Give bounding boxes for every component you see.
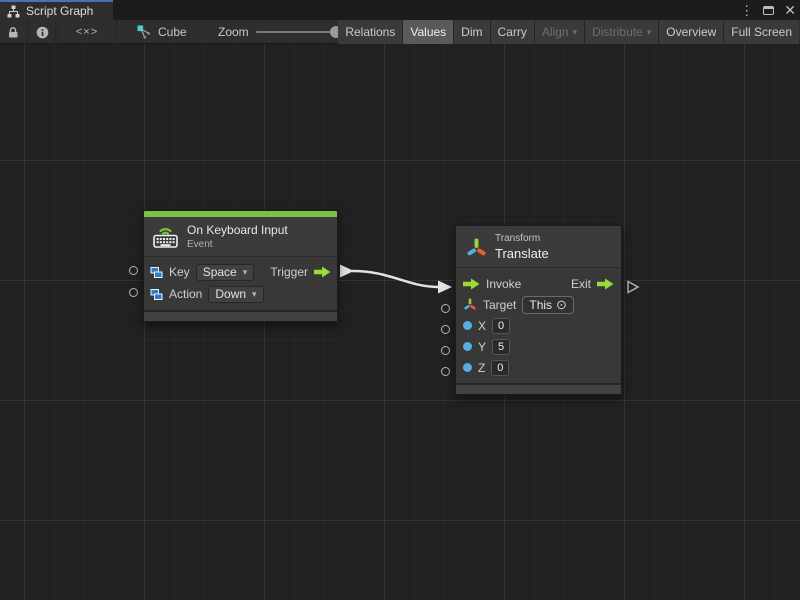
translate-node-body: Invoke Exit — [456, 268, 621, 383]
relations-button[interactable]: Relations — [338, 20, 402, 44]
graph-pointer-icon — [137, 25, 152, 39]
translate-node-header: Transform Translate — [456, 226, 621, 268]
object-picker-icon: ⊙ — [556, 297, 567, 313]
code-preview-button[interactable]: <×> — [57, 20, 117, 44]
values-button[interactable]: Values — [403, 20, 453, 44]
enum-icon — [150, 266, 163, 279]
invoke-flow-arrow-icon[interactable] — [463, 278, 480, 290]
y-label: Y — [478, 340, 486, 354]
more-menu-icon[interactable]: ⋮ — [740, 4, 753, 17]
overview-button[interactable]: Overview — [659, 20, 723, 44]
invoke-label: Invoke — [486, 277, 521, 291]
distribute-button[interactable]: Distribute ▾ — [585, 20, 658, 44]
exit-port-triangle — [628, 282, 638, 293]
toolbar-buttons: Relations Values Dim Carry Align ▾ Distr… — [338, 20, 799, 44]
node-category: Transform — [495, 233, 549, 244]
lock-icon — [7, 26, 19, 39]
exit-flow-arrow-icon[interactable] — [597, 278, 614, 290]
maximize-icon[interactable] — [763, 6, 774, 15]
trigger-label: Trigger — [270, 265, 308, 279]
x-row: X 0 — [463, 315, 614, 336]
script-graph-icon — [7, 5, 20, 18]
graph-toolbar: <×> Cube Zoom 1x Relations Values Dim Ca… — [0, 20, 800, 44]
action-dropdown[interactable]: Down ▾ — [208, 286, 263, 303]
x-value-field[interactable]: 0 — [492, 318, 510, 334]
graph-canvas[interactable]: On Keyboard Input Event Key Space ▾ — [0, 44, 800, 600]
y-row: Y 5 — [463, 336, 614, 357]
value-port-dot — [463, 342, 472, 351]
zoom-label: Zoom — [218, 25, 249, 39]
z-label: Z — [478, 361, 485, 375]
y-input-port[interactable] — [441, 346, 450, 355]
keyboard-event-icon — [152, 225, 179, 248]
target-row: Target This ⊙ — [463, 294, 614, 315]
action-row: Action Down ▾ — [150, 283, 331, 305]
carry-button[interactable]: Carry — [491, 20, 534, 44]
node-subtitle: Event — [187, 239, 288, 250]
z-input-port[interactable] — [441, 367, 450, 376]
dim-button[interactable]: Dim — [454, 20, 489, 44]
translate-node[interactable]: Transform Translate Invoke Exit — [455, 225, 622, 395]
tab-title: Script Graph — [26, 4, 93, 18]
y-value-field[interactable]: 5 — [492, 339, 510, 355]
trigger-flow-arrow-icon[interactable] — [314, 266, 331, 278]
code-icon: <×> — [76, 26, 98, 38]
trigger-invoke-wire — [0, 44, 800, 600]
value-port-dot — [463, 321, 472, 330]
translate-node-footer — [456, 383, 621, 394]
fullscreen-button[interactable]: Full Screen — [724, 20, 799, 44]
target-label: Target — [483, 298, 516, 312]
transform-icon — [466, 238, 487, 257]
key-label: Key — [169, 265, 190, 279]
x-input-port[interactable] — [441, 325, 450, 334]
align-button[interactable]: Align ▾ — [535, 20, 584, 44]
z-row: Z 0 — [463, 357, 614, 378]
info-icon — [36, 26, 49, 39]
chevron-down-icon: ▾ — [243, 268, 248, 277]
target-object-field[interactable]: This ⊙ — [522, 296, 574, 314]
target-input-port[interactable] — [441, 304, 450, 313]
key-input-port[interactable] — [129, 266, 138, 275]
info-button[interactable] — [28, 20, 56, 44]
transform-mini-icon — [463, 298, 477, 311]
action-input-port[interactable] — [129, 288, 138, 297]
keyboard-node-header: On Keyboard Input Event — [144, 217, 337, 257]
keyboard-node-body: Key Space ▾ Trigger — [144, 257, 337, 310]
script-graph-window: Script Graph ⋮ ✕ — [0, 0, 800, 600]
tab-bar: Script Graph ⋮ ✕ — [0, 0, 800, 20]
tab-script-graph[interactable]: Script Graph — [0, 0, 113, 20]
z-value-field[interactable]: 0 — [491, 360, 509, 376]
chevron-down-icon: ▾ — [647, 28, 652, 37]
chevron-down-icon: ▾ — [573, 28, 578, 37]
close-icon[interactable]: ✕ — [784, 3, 796, 17]
window-controls: ⋮ ✕ — [740, 0, 796, 20]
exit-label: Exit — [571, 277, 591, 291]
zoom-slider-track[interactable] — [256, 31, 340, 33]
node-title: Translate — [495, 246, 549, 261]
key-dropdown[interactable]: Space ▾ — [196, 264, 255, 281]
graph-target[interactable]: Cube — [137, 20, 187, 44]
on-keyboard-input-node[interactable]: On Keyboard Input Event Key Space ▾ — [143, 210, 338, 322]
x-label: X — [478, 319, 486, 333]
node-title: On Keyboard Input — [187, 223, 288, 237]
keyboard-node-footer — [144, 310, 337, 321]
invoke-row: Invoke Exit — [463, 273, 614, 294]
lock-button[interactable] — [0, 20, 27, 44]
chevron-down-icon: ▾ — [252, 290, 257, 299]
enum-icon — [150, 288, 163, 301]
graph-target-name: Cube — [158, 25, 187, 39]
action-label: Action — [169, 287, 202, 301]
value-port-dot — [463, 363, 472, 372]
key-row: Key Space ▾ Trigger — [150, 261, 331, 283]
